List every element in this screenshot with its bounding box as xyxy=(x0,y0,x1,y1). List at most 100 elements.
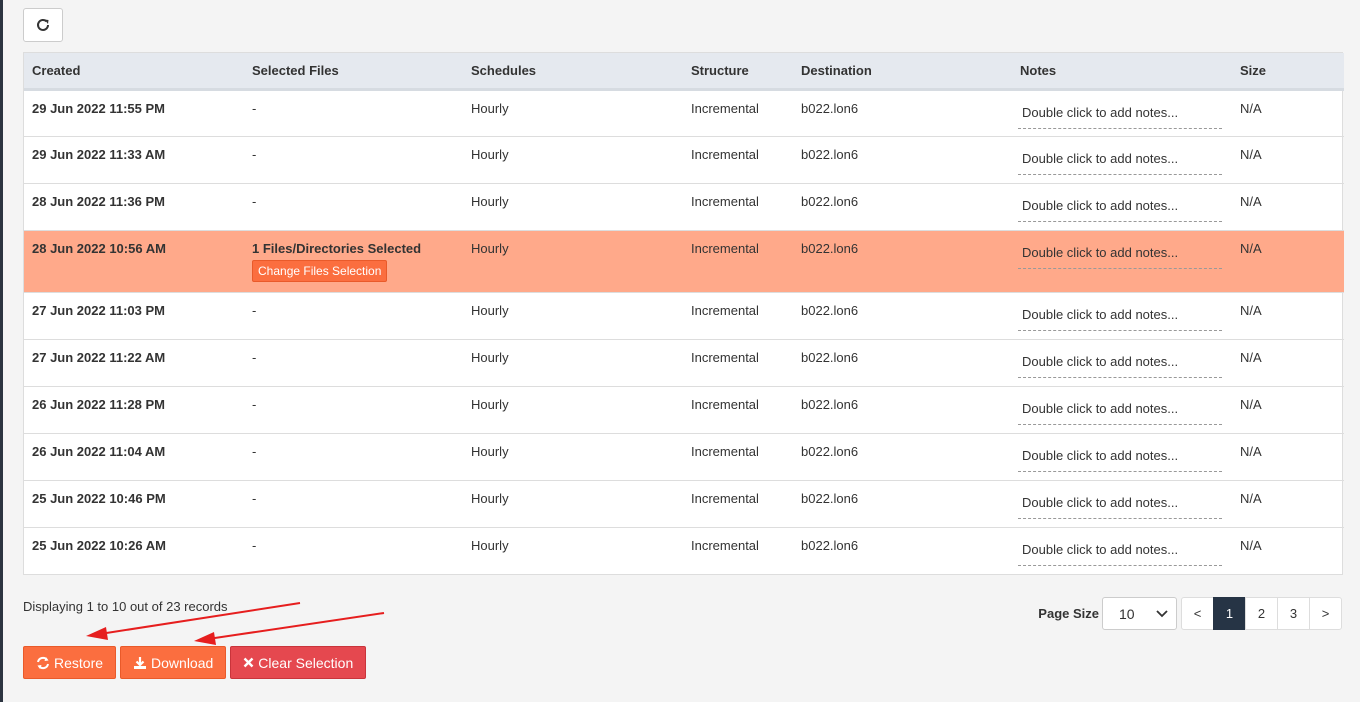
cell-selected-files: - xyxy=(252,302,257,318)
notes-editable[interactable]: Double click to add notes... xyxy=(1018,491,1222,519)
page-prev[interactable]: < xyxy=(1181,597,1214,630)
cell-schedule: Hourly xyxy=(471,100,509,116)
page-next[interactable]: > xyxy=(1309,597,1342,630)
page-size-label: Page Size xyxy=(1038,606,1099,621)
notes-editable[interactable]: Double click to add notes... xyxy=(1018,350,1222,378)
header-destination[interactable]: Destination xyxy=(793,53,1012,89)
table-header-row: Created Selected Files Schedules Structu… xyxy=(24,53,1344,89)
page-2[interactable]: 2 xyxy=(1245,597,1278,630)
cell-schedule: Hourly xyxy=(471,302,509,318)
cell-selected-files: - xyxy=(252,396,257,412)
chevron-down-icon xyxy=(1156,609,1168,617)
clear-selection-button[interactable]: Clear Selection xyxy=(230,646,367,679)
cell-notes: Double click to add notes... xyxy=(1012,527,1232,574)
table-row[interactable]: 28 Jun 2022 10:56 AM 1 Files/Directories … xyxy=(24,230,1344,292)
cell-notes: Double click to add notes... xyxy=(1012,89,1232,136)
cell-created: 25 Jun 2022 10:46 PM xyxy=(32,490,166,506)
cell-schedule: Hourly xyxy=(471,193,509,209)
download-icon xyxy=(134,656,147,669)
notes-editable[interactable]: Double click to add notes... xyxy=(1018,303,1222,331)
cell-created: 28 Jun 2022 11:36 PM xyxy=(32,193,165,209)
header-schedules[interactable]: Schedules xyxy=(463,53,683,89)
cell-selected-files: - xyxy=(252,537,257,553)
cell-notes: Double click to add notes... xyxy=(1012,480,1232,527)
table-row[interactable]: 29 Jun 2022 11:33 AM - Hourly Incremental b0… xyxy=(24,136,1344,183)
cell-size: N/A xyxy=(1240,100,1262,116)
notes-editable[interactable]: Double click to add notes... xyxy=(1018,101,1222,129)
page-size-select[interactable]: 10 xyxy=(1102,597,1177,630)
backups-table: Created Selected Files Schedules Structu… xyxy=(23,52,1344,575)
cell-selected-files: - xyxy=(252,490,257,506)
cell-structure: Incremental xyxy=(691,490,759,506)
header-selected-files[interactable]: Selected Files xyxy=(244,53,463,89)
close-icon xyxy=(243,657,254,668)
cell-size: N/A xyxy=(1240,302,1262,318)
cell-size: N/A xyxy=(1240,349,1262,365)
cell-structure: Incremental xyxy=(691,146,759,162)
cell-notes: Double click to add notes... xyxy=(1012,339,1232,386)
cell-notes: Double click to add notes... xyxy=(1012,136,1232,183)
cell-size: N/A xyxy=(1240,146,1262,162)
table-row[interactable]: 26 Jun 2022 11:28 PM - Hourly Incremental b0… xyxy=(24,386,1344,433)
notes-editable[interactable]: Double click to add notes... xyxy=(1018,147,1222,175)
cell-destination: b022.lon6 xyxy=(801,490,859,506)
download-button[interactable]: Download xyxy=(120,646,227,679)
cell-selected-files: - xyxy=(252,349,257,365)
notes-editable[interactable]: Double click to add notes... xyxy=(1018,444,1222,472)
page-size-value: 10 xyxy=(1119,605,1135,622)
cell-size: N/A xyxy=(1240,490,1262,506)
refresh-button[interactable] xyxy=(23,8,63,42)
notes-editable[interactable]: Double click to add notes... xyxy=(1018,194,1222,222)
cell-notes: Double click to add notes... xyxy=(1012,433,1232,480)
cell-size: N/A xyxy=(1240,240,1262,256)
cell-schedule: Hourly xyxy=(471,146,509,162)
cell-destination: b022.lon6 xyxy=(801,396,859,412)
cell-created: 28 Jun 2022 10:56 AM xyxy=(32,240,166,256)
cell-schedule: Hourly xyxy=(471,396,509,412)
table-row[interactable]: 25 Jun 2022 10:26 AM - Hourly Incremental b0… xyxy=(24,527,1344,574)
cell-structure: Incremental xyxy=(691,443,759,459)
table-row[interactable]: 26 Jun 2022 11:04 AM - Hourly Incremental b0… xyxy=(24,433,1344,480)
cell-notes: Double click to add notes... xyxy=(1012,292,1232,339)
cell-structure: Incremental xyxy=(691,193,759,209)
sync-icon xyxy=(37,656,49,669)
cell-created: 27 Jun 2022 11:03 PM xyxy=(32,302,165,318)
page-1[interactable]: 1 xyxy=(1213,597,1246,630)
notes-editable[interactable]: Double click to add notes... xyxy=(1018,538,1222,566)
cell-structure: Incremental xyxy=(691,349,759,365)
header-size[interactable]: Size xyxy=(1232,53,1344,89)
cell-selected-files: - xyxy=(252,146,257,162)
annotation-arrow-download xyxy=(207,612,385,640)
page-3[interactable]: 3 xyxy=(1277,597,1310,630)
change-files-selection-button[interactable]: Change Files Selection xyxy=(252,259,388,282)
header-created[interactable]: Created xyxy=(24,53,244,89)
cell-destination: b022.lon6 xyxy=(801,537,859,553)
header-notes[interactable]: Notes xyxy=(1012,53,1232,89)
cell-notes: Double click to add notes... xyxy=(1012,386,1232,433)
table-row[interactable]: 29 Jun 2022 11:55 PM - Hourly Incremental b0… xyxy=(24,89,1344,136)
table-row[interactable]: 27 Jun 2022 11:22 AM - Hourly Incremental b0… xyxy=(24,339,1344,386)
download-label: Download xyxy=(151,654,214,671)
records-status: Displaying 1 to 10 out of 23 records xyxy=(23,599,228,614)
selected-files-text: 1 Files/Directories Selected xyxy=(252,240,422,256)
cell-destination: b022.lon6 xyxy=(801,100,859,116)
cell-destination: b022.lon6 xyxy=(801,240,859,256)
cell-destination: b022.lon6 xyxy=(801,349,859,365)
header-structure[interactable]: Structure xyxy=(683,53,793,89)
cell-created: 27 Jun 2022 11:22 AM xyxy=(32,349,166,365)
notes-editable[interactable]: Double click to add notes... xyxy=(1018,241,1222,269)
cell-created: 29 Jun 2022 11:33 AM xyxy=(32,146,166,162)
cell-notes: Double click to add notes... xyxy=(1012,230,1232,292)
cell-structure: Incremental xyxy=(691,302,759,318)
cell-destination: b022.lon6 xyxy=(801,302,859,318)
table-row[interactable]: 25 Jun 2022 10:46 PM - Hourly Incremental b0… xyxy=(24,480,1344,527)
cell-size: N/A xyxy=(1240,537,1262,553)
cell-size: N/A xyxy=(1240,193,1262,209)
restore-button[interactable]: Restore xyxy=(23,646,117,679)
table-row[interactable]: 28 Jun 2022 11:36 PM - Hourly Incremental b0… xyxy=(24,183,1344,230)
cell-created: 25 Jun 2022 10:26 AM xyxy=(32,537,166,553)
refresh-icon xyxy=(37,18,49,31)
table-row[interactable]: 27 Jun 2022 11:03 PM - Hourly Incremental b0… xyxy=(24,292,1344,339)
restore-label: Restore xyxy=(54,654,104,671)
notes-editable[interactable]: Double click to add notes... xyxy=(1018,397,1222,425)
